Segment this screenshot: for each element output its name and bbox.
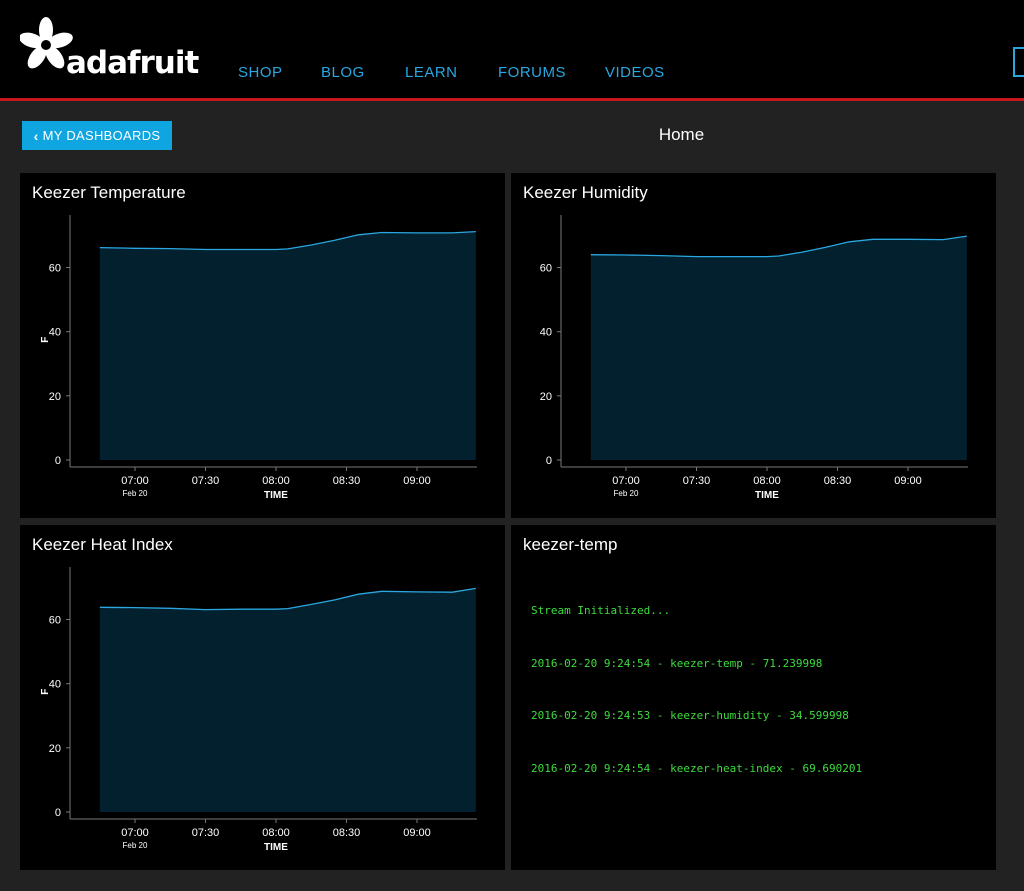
site-header: adafruit SHOP BLOG LEARN FORUMS VIDEOS <box>0 0 1024 98</box>
x-tick-label: 07:00 <box>612 475 640 487</box>
y-tick-label: 20 <box>49 391 61 403</box>
x-tick-label: 08:30 <box>824 475 852 487</box>
x-tick-label: 08:00 <box>262 827 290 839</box>
chart-panel-humidity: Keezer Humidity 0 20 40 60 07:00 07:30 08:00 08… <box>511 173 996 518</box>
y-tick-label: 20 <box>49 743 61 755</box>
x-tick-label: 09:00 <box>403 475 431 487</box>
y-tick-label: 60 <box>49 263 61 275</box>
nav-learn[interactable]: LEARN <box>405 64 458 81</box>
chart-panel-heat-index: Keezer Heat Index 0 20 40 60 07:00 07:30 08:00… <box>20 525 505 870</box>
x-tick-label: 07:00 <box>121 475 149 487</box>
y-tick-label: 20 <box>540 391 552 403</box>
chart-panel-temperature: Keezer Temperature 0 20 40 60 07:00 07:30 08:0… <box>20 173 505 518</box>
x-tick-label: 09:00 <box>403 827 431 839</box>
area-fill <box>590 236 967 460</box>
date-label: Feb 20 <box>123 489 148 498</box>
area-fill <box>99 588 476 812</box>
x-axis-label: TIME <box>264 490 288 501</box>
x-tick-label: 07:00 <box>121 827 149 839</box>
stream-log: Stream Initialized... 2016-02-20 9:24:54… <box>531 567 862 812</box>
brand-name: adafruit <box>66 45 199 81</box>
page-title: Home <box>658 125 705 144</box>
adafruit-logo[interactable]: adafruit <box>20 15 200 81</box>
x-tick-label: 08:00 <box>753 475 781 487</box>
nav-shop[interactable]: SHOP <box>238 64 283 81</box>
y-tick-label: 60 <box>49 615 61 627</box>
date-label: Feb 20 <box>614 489 639 498</box>
y-tick-label: 0 <box>55 807 61 819</box>
stream-panel: keezer-temp Stream Initialized... 2016-0… <box>511 525 996 870</box>
log-line: 2016-02-20 9:24:54 - keezer-heat-index -… <box>531 761 863 775</box>
nav-forums[interactable]: FORUMS <box>498 64 566 81</box>
x-tick-label: 09:00 <box>894 475 922 487</box>
x-tick-label: 07:30 <box>192 475 220 487</box>
area-fill <box>99 231 476 460</box>
x-tick-label: 08:00 <box>262 475 290 487</box>
y-tick-label: 40 <box>540 327 552 339</box>
nav-videos[interactable]: VIDEOS <box>605 64 665 81</box>
x-tick-label: 07:30 <box>192 827 220 839</box>
log-line: 2016-02-20 9:24:53 - keezer-humidity - 3… <box>531 709 849 722</box>
y-tick-label: 0 <box>546 455 552 467</box>
nav-blog[interactable]: BLOG <box>321 64 365 81</box>
x-tick-label: 08:30 <box>333 475 361 487</box>
y-tick-label: 0 <box>55 455 61 467</box>
header-divider <box>0 98 1024 101</box>
chevron-left-icon: ‹ <box>33 127 39 144</box>
temperature-chart: 020406007:00 07:30 08:00 08:30 09:00Feb 20 TI… <box>40 215 477 501</box>
my-dashboards-label: MY DASHBOARDS <box>42 128 161 143</box>
log-line: Stream Initialized... <box>531 604 671 617</box>
date-label: Feb 20 <box>123 841 148 850</box>
x-tick-label: 08:30 <box>333 827 361 839</box>
y-axis-label: F <box>40 337 51 343</box>
stream-title: keezer-temp <box>523 535 618 554</box>
y-axis-label: F <box>40 689 51 695</box>
my-dashboards-button[interactable]: ‹ MY DASHBOARDS <box>22 121 172 150</box>
log-line: 2016-02-20 9:24:54 - keezer-temp - 71.23… <box>531 656 823 670</box>
x-axis-label: TIME <box>264 842 288 853</box>
x-tick-label: 07:30 <box>683 475 711 487</box>
humidity-chart: 0 20 40 60 07:00 07:30 08:00 08:30 09:00 Feb 20 TI… <box>540 215 968 501</box>
heat-index-chart: 020406007:00 07:30 08:00 08:30 09:00Feb 20 TI… <box>40 567 477 853</box>
y-tick-label: 60 <box>540 263 552 275</box>
x-axis-label: TIME <box>755 490 779 501</box>
header-search-box[interactable] <box>1013 47 1024 77</box>
